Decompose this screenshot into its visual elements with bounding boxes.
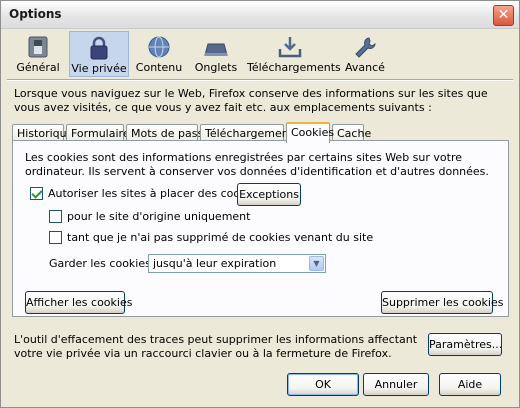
allow-cookies-checkbox[interactable] [30, 187, 43, 200]
category-toolbar: Général Vie privée Contenu Onglets Téléc… [7, 31, 513, 77]
globe-icon [148, 36, 170, 58]
download-icon [278, 37, 302, 58]
toolbar-tabs-label: Onglets [194, 61, 238, 74]
tab-cookies[interactable]: Cookies [286, 122, 334, 143]
toolbar-advanced-label: Avancé [345, 61, 385, 74]
exceptions-button[interactable]: Exceptions [237, 183, 301, 206]
switch-icon [28, 36, 48, 58]
keep-cookies-label: Garder les cookies : [49, 257, 159, 270]
until-deleted-label: tant que je n'ai pas supprimé de cookies… [67, 231, 374, 244]
cancel-button[interactable]: Annuler [363, 373, 429, 396]
intro-text: Lorsque vous naviguez sur le Web, Firefo… [14, 87, 488, 114]
window-title: Options [9, 7, 62, 21]
toolbar-downloads-label: Téléchargements [247, 61, 341, 74]
keep-cookies-value: jusqu'à leur expiration [153, 257, 277, 270]
origin-only-checkbox[interactable] [49, 210, 62, 223]
title-bar[interactable]: Options ✕ [1, 1, 519, 29]
toolbar-privacy-button[interactable]: Vie privée [69, 31, 129, 77]
cookies-description: Les cookies sont des informations enregi… [25, 151, 489, 178]
options-dialog: Options ✕ Général Vie privée Contenu Ong… [0, 0, 520, 408]
toolbar-general-label: Général [16, 61, 60, 74]
until-deleted-checkbox[interactable] [49, 231, 62, 244]
toolbar-downloads-button[interactable]: Téléchargements [247, 31, 341, 77]
allow-cookies-label: Autoriser les sites à placer des cookies [48, 187, 263, 200]
help-button[interactable]: Aide [439, 373, 501, 396]
show-cookies-button[interactable]: Afficher les cookies [25, 291, 132, 314]
toolbar-separator [7, 79, 513, 81]
settings-button[interactable]: Paramètres... [428, 333, 502, 356]
toolbar-tabs-button[interactable]: Onglets [191, 31, 241, 77]
chevron-down-icon[interactable]: ▼ [309, 256, 324, 271]
origin-only-label: pour le site d'origine uniquement [67, 210, 251, 223]
wrench-icon [355, 37, 376, 58]
tabs-icon [204, 43, 228, 56]
toolbar-content-button[interactable]: Contenu [135, 31, 183, 77]
toolbar-privacy-label: Vie privée [71, 62, 127, 75]
delete-cookies-button[interactable]: Supprimer les cookies [381, 291, 503, 314]
toolbar-content-label: Contenu [135, 61, 183, 74]
cookies-panel: Les cookies sont des informations enregi… [12, 140, 509, 317]
toolbar-general-button[interactable]: Général [11, 31, 65, 77]
ok-button[interactable]: OK [287, 373, 359, 396]
close-button[interactable]: ✕ [493, 5, 514, 26]
toolbar-advanced-button[interactable]: Avancé [341, 31, 389, 77]
padlock-icon [90, 36, 108, 60]
clear-data-text: L'outil d'effacement des traces peut sup… [14, 333, 418, 360]
keep-cookies-select[interactable]: jusqu'à leur expiration ▼ [148, 254, 326, 273]
